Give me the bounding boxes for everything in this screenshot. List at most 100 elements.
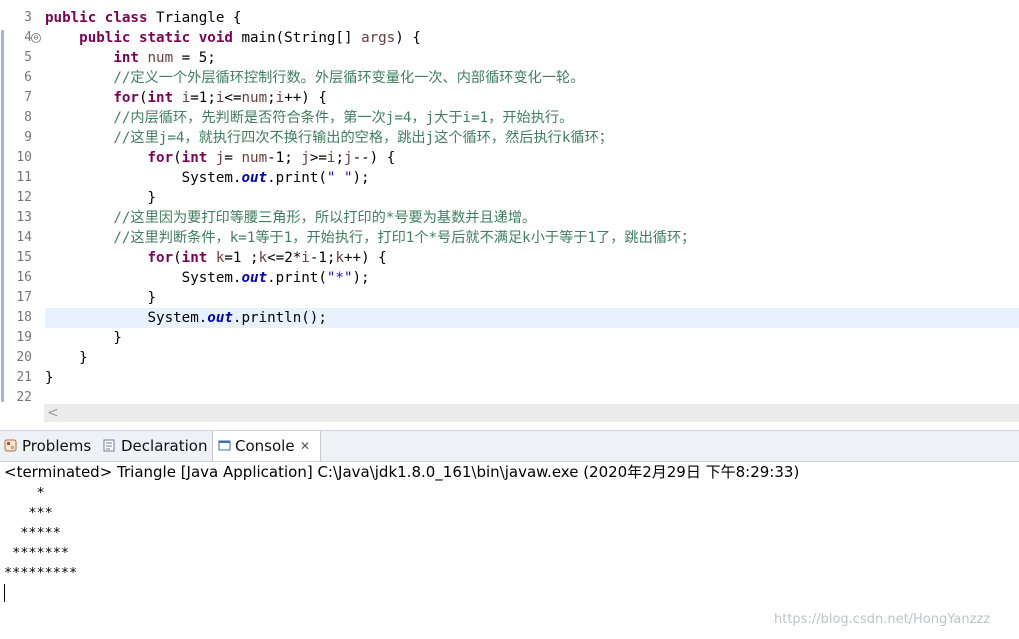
code-token: >= [309, 150, 327, 166]
code-token: ( [138, 90, 148, 106]
code-token: ; [335, 150, 345, 166]
tab-problems[interactable]: Problems [2, 431, 96, 461]
code-variable: k [258, 250, 268, 266]
line-number: 4 [24, 30, 32, 45]
code-keyword: int [181, 150, 208, 166]
code-token: System. [45, 170, 242, 186]
line-number: 18 [16, 310, 32, 325]
code-line[interactable]: } [45, 288, 1019, 308]
code-variable: i [181, 90, 191, 106]
code-variable: num [241, 90, 268, 106]
code-editor[interactable]: 3 4 5 6 7 8 9 10 11 12 13 14 15 16 17 18 19 20 21 22 ⊖ publi… [0, 0, 1019, 425]
tab-declaration-label: Declaration [121, 437, 208, 455]
horizontal-scrollbar[interactable]: < [44, 404, 1019, 422]
code-line[interactable]: for(int j= num-1; j>=i;j--) { [45, 148, 1019, 168]
code-keyword: for [147, 150, 174, 166]
code-variable: num [147, 50, 174, 66]
code-token: ++) { [344, 250, 387, 266]
code-token: } [45, 370, 54, 386]
code-token: } [45, 330, 122, 346]
code-field: out [207, 310, 233, 326]
line-number: 12 [16, 190, 32, 205]
code-line[interactable]: } [45, 348, 1019, 368]
line-number: 5 [24, 50, 32, 65]
code-token: System. [45, 310, 208, 326]
code-token: Triangle { [147, 10, 242, 26]
code-token: = [224, 150, 242, 166]
code-line[interactable]: for(int k=1 ;k<=2*i-1;k++) { [45, 248, 1019, 268]
code-area[interactable]: public class Triangle { public static vo… [45, 0, 1019, 405]
code-string: "*" [326, 270, 353, 286]
code-keyword: class [104, 10, 148, 26]
code-token: <=2* [267, 250, 302, 266]
console-status: <terminated> Triangle [Java Application]… [4, 463, 800, 481]
code-comment: //定义一个外层循环控制行数。外层循环变量化一次、内部循环变化一轮。 [113, 70, 585, 86]
console-icon [218, 440, 231, 451]
line-number-gutter: 3 4 5 6 7 8 9 10 11 12 13 14 15 16 17 18 19 20 21 22 ⊖ [4, 0, 44, 405]
code-keyword: int [113, 50, 139, 66]
code-comment: //这里j=4，就执行四次不换行输出的空格，跳出j这个循环，然后执行k循环； [113, 130, 613, 146]
line-number: 14 [16, 230, 32, 245]
tab-console-label: Console [235, 437, 295, 455]
code-line[interactable]: for(int i=1;i<=num;i++) { [45, 88, 1019, 108]
close-icon[interactable]: ✕ [300, 431, 310, 461]
code-line[interactable]: //这里j=4，就执行四次不换行输出的空格，跳出j这个循环，然后执行k循环； [45, 128, 1019, 148]
code-line[interactable]: } [45, 188, 1019, 208]
code-token: } [45, 190, 157, 206]
code-line[interactable]: //内层循环，先判断是否符合条件，第一次j=4，j大于i=1，开始执行。 [45, 108, 1019, 128]
code-keyword: public [45, 10, 97, 26]
problems-icon [4, 439, 17, 452]
scroll-left-icon[interactable]: < [47, 404, 59, 422]
code-line-current[interactable]: System.out.println(); [45, 308, 1019, 328]
tab-console[interactable]: Console ✕ [212, 431, 321, 461]
code-string: " " [326, 170, 353, 186]
code-variable: k [335, 250, 344, 266]
code-line[interactable]: int num = 5; [45, 48, 1019, 68]
code-token: .print( [267, 270, 327, 286]
code-line[interactable]: System.out.print(" "); [45, 168, 1019, 188]
code-line[interactable]: //定义一个外层循环控制行数。外层循环变量化一次、内部循环变化一轮。 [45, 68, 1019, 88]
line-number: 17 [16, 290, 32, 305]
code-token: -1; [267, 150, 302, 166]
console-output-line: * [4, 485, 45, 501]
declaration-icon [103, 439, 115, 452]
code-token: ; [267, 90, 276, 106]
console-output-line: ******* [4, 545, 70, 561]
line-number: 3 [24, 10, 32, 25]
tab-declaration[interactable]: Declaration [100, 431, 208, 461]
line-number: 19 [16, 330, 32, 345]
code-line[interactable]: } [45, 368, 1019, 388]
code-line[interactable]: //这里因为要打印等腰三角形，所以打印的*号要为基数并且递增。 [45, 208, 1019, 228]
console-output-line: ***** [4, 525, 61, 541]
watermark: https://blog.csdn.net/HongYanzzz [774, 612, 991, 627]
code-keyword: for [147, 250, 174, 266]
code-keyword: void [198, 30, 233, 46]
code-token: --) { [352, 150, 396, 166]
code-field: out [241, 170, 268, 186]
code-token: ( [173, 150, 182, 166]
fold-collapse-icon[interactable]: ⊖ [31, 33, 41, 43]
console-output-line: *** [4, 505, 53, 521]
code-variable: args [361, 30, 396, 46]
code-token: ++) { [284, 90, 327, 106]
code-line[interactable]: public class Triangle { [45, 8, 1019, 28]
code-token: } [45, 350, 88, 366]
code-line[interactable]: public static void main(String[] args) { [45, 28, 1019, 48]
code-line[interactable]: //这里判断条件，k=1等于1，开始执行，打印1个*号后就不满足k小于等于1了，… [45, 228, 1019, 248]
code-line[interactable]: } [45, 328, 1019, 348]
code-token: -1; [309, 250, 336, 266]
code-token: ); [352, 170, 370, 186]
code-line[interactable]: System.out.print("*"); [45, 268, 1019, 288]
code-comment: //这里判断条件，k=1等于1，开始执行，打印1个*号后就不满足k小于等于1了，… [113, 230, 696, 246]
line-number: 10 [16, 150, 32, 165]
view-tab-bar: Problems Declaration Console ✕ [0, 430, 1019, 462]
